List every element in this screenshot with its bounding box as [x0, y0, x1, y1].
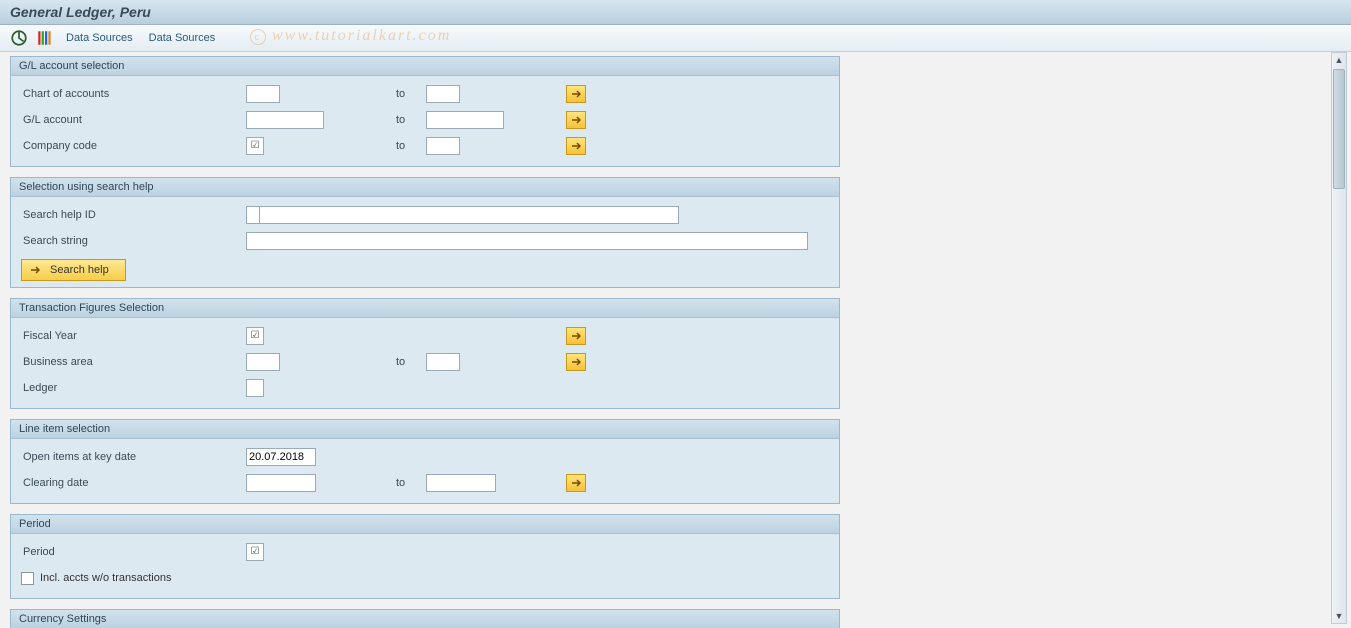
group-title: Line item selection	[11, 420, 839, 439]
group-gl-selection: G/L account selection Chart of accounts …	[10, 56, 840, 167]
period-label: Period	[21, 546, 246, 558]
open-items-label: Open items at key date	[21, 451, 246, 463]
gl-account-from-input[interactable]	[246, 111, 324, 129]
form-area: G/L account selection Chart of accounts …	[10, 56, 840, 628]
business-area-to-input[interactable]	[426, 353, 460, 371]
search-help-button-label: Search help	[50, 264, 109, 276]
clearing-date-label: Clearing date	[21, 477, 246, 489]
chart-of-accounts-multi-button[interactable]	[566, 85, 586, 103]
chart-of-accounts-label: Chart of accounts	[21, 88, 246, 100]
company-code-label: Company code	[21, 140, 246, 152]
group-period: Period Period Incl. accts w/o transactio…	[10, 514, 840, 599]
company-code-from-input[interactable]	[246, 137, 264, 155]
ledger-input[interactable]	[246, 379, 264, 397]
business-area-label: Business area	[21, 356, 246, 368]
search-help-id-desc-input[interactable]	[259, 206, 679, 224]
group-title: Transaction Figures Selection	[11, 299, 839, 318]
search-help-id-short-input[interactable]	[246, 206, 260, 224]
vertical-scrollbar[interactable]: ▲ ▼	[1331, 52, 1347, 624]
clearing-date-to-input[interactable]	[426, 474, 496, 492]
watermark: cwww.tutorialkart.com	[250, 27, 451, 45]
data-sources-link-2[interactable]: Data Sources	[145, 30, 220, 46]
gl-account-to-input[interactable]	[426, 111, 504, 129]
to-label: to	[396, 114, 426, 126]
clearing-date-from-input[interactable]	[246, 474, 316, 492]
execute-icon[interactable]	[10, 29, 28, 47]
group-currency: Currency Settings Output in Second Local…	[10, 609, 840, 628]
search-help-id-label: Search help ID	[21, 209, 246, 221]
to-label: to	[396, 88, 426, 100]
group-line-item: Line item selection Open items at key da…	[10, 419, 840, 504]
ledger-label: Ledger	[21, 382, 246, 394]
to-label: to	[396, 356, 426, 368]
open-items-date-input[interactable]	[246, 448, 316, 466]
group-search-help: Selection using search help Search help …	[10, 177, 840, 288]
title-text: General Ledger, Peru	[10, 4, 151, 20]
toolbar: Data Sources Data Sources cwww.tutorialk…	[0, 25, 1351, 52]
company-code-to-input[interactable]	[426, 137, 460, 155]
clearing-date-multi-button[interactable]	[566, 474, 586, 492]
scroll-down-icon[interactable]: ▼	[1332, 609, 1346, 623]
group-title: Period	[11, 515, 839, 534]
business-area-multi-button[interactable]	[566, 353, 586, 371]
group-transaction-figures: Transaction Figures Selection Fiscal Yea…	[10, 298, 840, 409]
search-string-label: Search string	[21, 235, 246, 247]
fiscal-year-label: Fiscal Year	[21, 330, 246, 342]
search-string-input[interactable]	[246, 232, 808, 250]
period-input[interactable]	[246, 543, 264, 561]
page-title: General Ledger, Peru	[0, 0, 1351, 25]
chart-of-accounts-to-input[interactable]	[426, 85, 460, 103]
business-area-from-input[interactable]	[246, 353, 280, 371]
incl-accts-label: Incl. accts w/o transactions	[40, 572, 171, 584]
group-title: Currency Settings	[11, 610, 839, 628]
to-label: to	[396, 140, 426, 152]
to-label: to	[396, 477, 426, 489]
group-title: G/L account selection	[11, 57, 839, 76]
chart-of-accounts-from-input[interactable]	[246, 85, 280, 103]
fiscal-year-multi-button[interactable]	[566, 327, 586, 345]
scroll-thumb[interactable]	[1333, 69, 1345, 189]
variant-icon[interactable]	[36, 29, 54, 47]
company-code-multi-button[interactable]	[566, 137, 586, 155]
group-title: Selection using search help	[11, 178, 839, 197]
data-sources-link-1[interactable]: Data Sources	[62, 30, 137, 46]
checkbox-icon	[21, 572, 34, 585]
fiscal-year-input[interactable]	[246, 327, 264, 345]
incl-accts-checkbox[interactable]: Incl. accts w/o transactions	[21, 572, 171, 585]
gl-account-multi-button[interactable]	[566, 111, 586, 129]
gl-account-label: G/L account	[21, 114, 246, 126]
search-help-button[interactable]: Search help	[21, 259, 126, 281]
scroll-up-icon[interactable]: ▲	[1332, 53, 1346, 67]
